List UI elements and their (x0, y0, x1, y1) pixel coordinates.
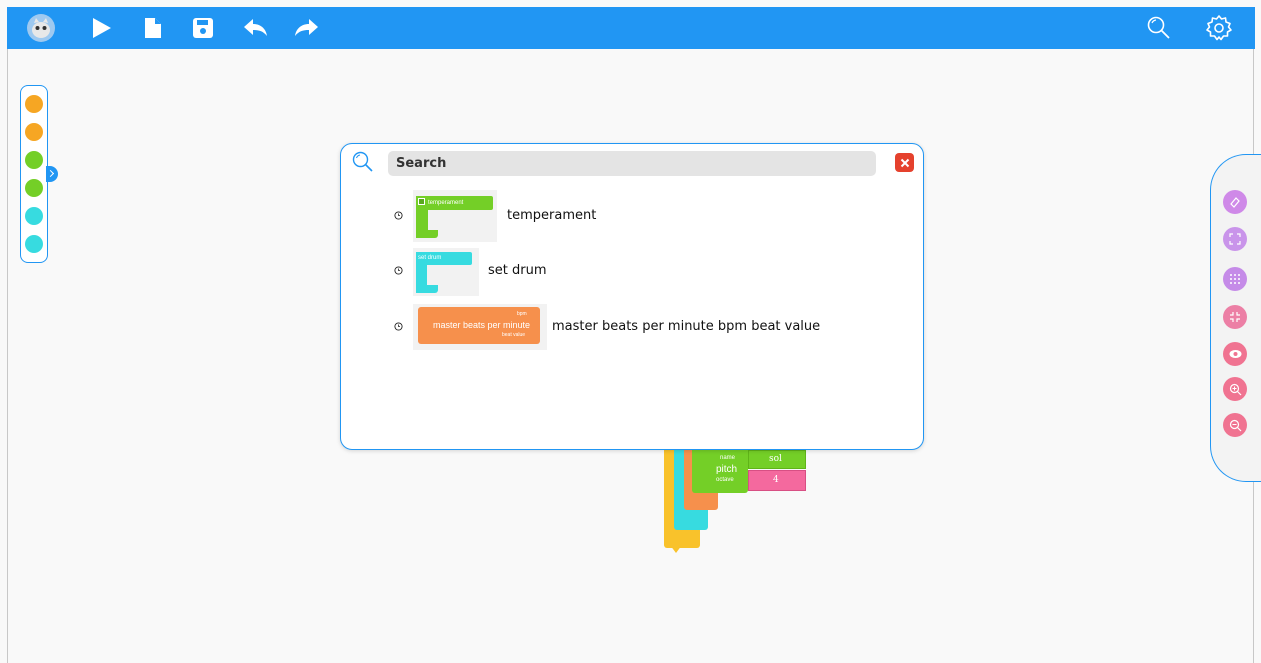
close-icon (900, 158, 909, 167)
undo-icon[interactable] (240, 12, 272, 44)
expand-icon[interactable] (1223, 227, 1247, 251)
pitch-block[interactable]: name pitch octave (692, 448, 748, 493)
search-result-label: master beats per minute bpm beat value (552, 319, 821, 334)
eraser-icon[interactable] (1223, 190, 1247, 214)
octave-value-text: 4 (773, 475, 779, 485)
play-icon[interactable] (85, 12, 117, 44)
pitch-block-label: pitch (716, 464, 738, 475)
note-name-text: sol (769, 454, 782, 464)
palette-category-5[interactable] (25, 207, 43, 225)
search-result-temperament[interactable]: temperament temperament (341, 190, 921, 242)
search-result-label: temperament (507, 208, 597, 223)
temperament-block-text: temperament (428, 200, 464, 206)
mascot-logo-icon[interactable] (25, 12, 57, 44)
set-drum-block-text: set drum (418, 255, 442, 261)
clock-icon (394, 266, 403, 275)
set-drum-block-preview: set drum (413, 248, 479, 296)
search-result-set-drum[interactable]: set drum set drum (341, 248, 921, 300)
close-button[interactable] (895, 153, 914, 172)
search-result-master-beats[interactable]: bpm master beats per minute beat value m… (341, 304, 921, 356)
collapse-icon[interactable] (1223, 305, 1247, 329)
top-toolbar (7, 7, 1255, 49)
search-input[interactable] (388, 151, 876, 176)
palette-category-3[interactable] (25, 151, 43, 169)
beat-value-arg-label: beat value (502, 332, 526, 338)
zoom-out-icon[interactable] (1223, 413, 1247, 437)
save-icon[interactable] (187, 12, 219, 44)
redo-icon[interactable] (290, 12, 322, 44)
clock-icon (394, 322, 403, 331)
zoom-in-icon[interactable] (1223, 377, 1247, 401)
bpm-arg-label: bpm (517, 311, 527, 317)
block-palette (20, 85, 48, 263)
palette-category-6[interactable] (25, 235, 43, 253)
clock-icon (394, 211, 403, 220)
note-name-value[interactable]: sol (748, 450, 806, 469)
canvas-tools-panel (1210, 154, 1261, 482)
master-beats-block-preview: bpm master beats per minute beat value (413, 304, 547, 350)
pitch-octave-arg-label: octave (716, 477, 734, 483)
new-file-icon[interactable] (137, 12, 169, 44)
temperament-block-preview: temperament (413, 190, 497, 242)
search-dialog: temperament temperament set drum set dru… (340, 143, 924, 450)
palette-category-2[interactable] (25, 123, 43, 141)
palette-category-4[interactable] (25, 179, 43, 197)
palette-category-1[interactable] (25, 95, 43, 113)
search-icon (351, 150, 375, 178)
grid-icon[interactable] (1223, 267, 1247, 291)
octave-value[interactable]: 4 (748, 470, 806, 491)
settings-icon[interactable] (1203, 12, 1235, 44)
search-result-label: set drum (488, 263, 547, 278)
master-beats-block-text: master beats per minute (433, 320, 531, 330)
search-icon[interactable] (1143, 12, 1175, 44)
pitch-name-arg-label: name (720, 455, 736, 461)
eye-icon[interactable] (1223, 342, 1247, 366)
